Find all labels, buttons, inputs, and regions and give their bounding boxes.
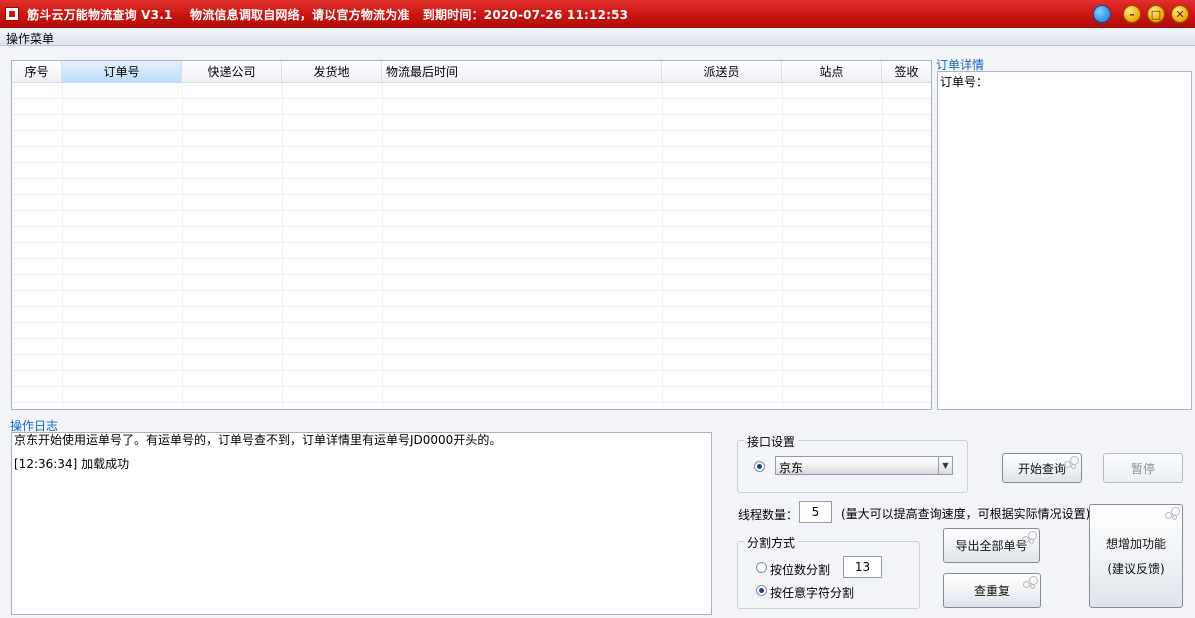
split-by-char-label[interactable]: 按任意字符分割 — [770, 584, 854, 601]
maximize-button[interactable]: □ — [1147, 5, 1165, 23]
column-divider — [62, 83, 63, 409]
results-table[interactable]: 序号 订单号 快递公司 发货地 物流最后时间 派送员 站点 签收 — [11, 60, 932, 410]
column-header-index[interactable]: 序号 — [12, 61, 62, 83]
title-bar: 筋斗云万能物流查询 V3.1 物流信息调取自网络，请以官方物流为准 到期时间：2… — [0, 0, 1195, 28]
cloud-decoration-icon — [1160, 507, 1180, 521]
order-detail-textarea[interactable]: 订单号： — [937, 71, 1192, 410]
window-controls: – □ ✕ — [1093, 5, 1189, 23]
column-header-origin[interactable]: 发货地 — [282, 61, 382, 83]
export-all-button[interactable]: 导出全部单号 — [943, 528, 1040, 563]
column-divider — [382, 83, 383, 409]
column-header-station[interactable]: 站点 — [782, 61, 882, 83]
menu-bar: 操作菜单 — [0, 28, 1195, 46]
split-by-digits-label[interactable]: 按位数分割 — [770, 561, 830, 578]
minimize-button[interactable]: – — [1123, 5, 1141, 23]
api-radio[interactable] — [754, 461, 765, 472]
column-header-order-number[interactable]: 订单号 — [62, 61, 182, 83]
column-divider — [182, 83, 183, 409]
order-detail-content: 订单号： — [940, 75, 989, 89]
api-select-value: 京东 — [779, 461, 804, 475]
api-settings-title: 接口设置 — [744, 433, 799, 450]
thread-count-label: 线程数量： — [738, 508, 799, 522]
column-divider — [282, 83, 283, 409]
table-body[interactable] — [12, 83, 931, 409]
split-digits-input[interactable]: 13 — [843, 556, 882, 578]
thread-count-hint: (量大可以提高查询速度，可根据实际情况设置) — [841, 507, 1091, 521]
column-divider — [882, 83, 883, 409]
cloud-decoration-icon — [1059, 456, 1079, 470]
log-line: 京东开始使用运单号了。有运单号的，订单号查不到，订单详情里有运单号JD0000开… — [14, 433, 502, 447]
column-divider — [662, 83, 663, 409]
table-header: 序号 订单号 快递公司 发货地 物流最后时间 派送员 站点 签收 — [12, 61, 931, 83]
close-button[interactable]: ✕ — [1171, 5, 1189, 23]
skin-shirt-icon[interactable] — [1093, 5, 1111, 23]
pause-label: 暂停 — [1130, 461, 1155, 476]
check-duplicates-label: 查重复 — [973, 584, 1010, 598]
column-header-courier[interactable]: 快递公司 — [182, 61, 282, 83]
column-header-last-time[interactable]: 物流最后时间 — [382, 61, 662, 83]
column-header-signed[interactable]: 签收 — [882, 61, 931, 83]
split-mode-title: 分割方式 — [744, 534, 799, 551]
app-icon — [5, 7, 19, 21]
log-line: [12:36:34] 加载成功 — [14, 457, 130, 471]
split-by-char-radio[interactable] — [756, 585, 767, 596]
thread-count-input[interactable]: 5 — [799, 501, 832, 523]
chevron-down-icon[interactable]: ▼ — [938, 457, 952, 474]
feature-request-line2: (建议反馈) — [1107, 562, 1165, 576]
api-select[interactable]: 京东 ▼ — [775, 456, 953, 475]
start-query-button[interactable]: 开始查询 — [1002, 453, 1082, 483]
column-divider — [782, 83, 783, 409]
check-duplicates-button[interactable]: 查重复 — [943, 573, 1041, 608]
feature-request-line1: 想增加功能 — [1105, 537, 1166, 551]
cloud-decoration-icon — [1018, 576, 1038, 590]
window-title: 筋斗云万能物流查询 V3.1 物流信息调取自网络，请以官方物流为准 到期时间：2… — [27, 7, 629, 22]
menu-operations[interactable]: 操作菜单 — [6, 30, 54, 47]
cloud-decoration-icon — [1017, 531, 1037, 545]
operation-log-textarea[interactable]: 京东开始使用运单号了。有运单号的，订单号查不到，订单详情里有运单号JD0000开… — [11, 432, 712, 615]
pause-button[interactable]: 暂停 — [1103, 453, 1183, 483]
split-by-digits-radio[interactable] — [756, 562, 767, 573]
feature-request-button[interactable]: 想增加功能 (建议反馈) — [1089, 504, 1183, 608]
column-header-courier-person[interactable]: 派送员 — [662, 61, 782, 83]
